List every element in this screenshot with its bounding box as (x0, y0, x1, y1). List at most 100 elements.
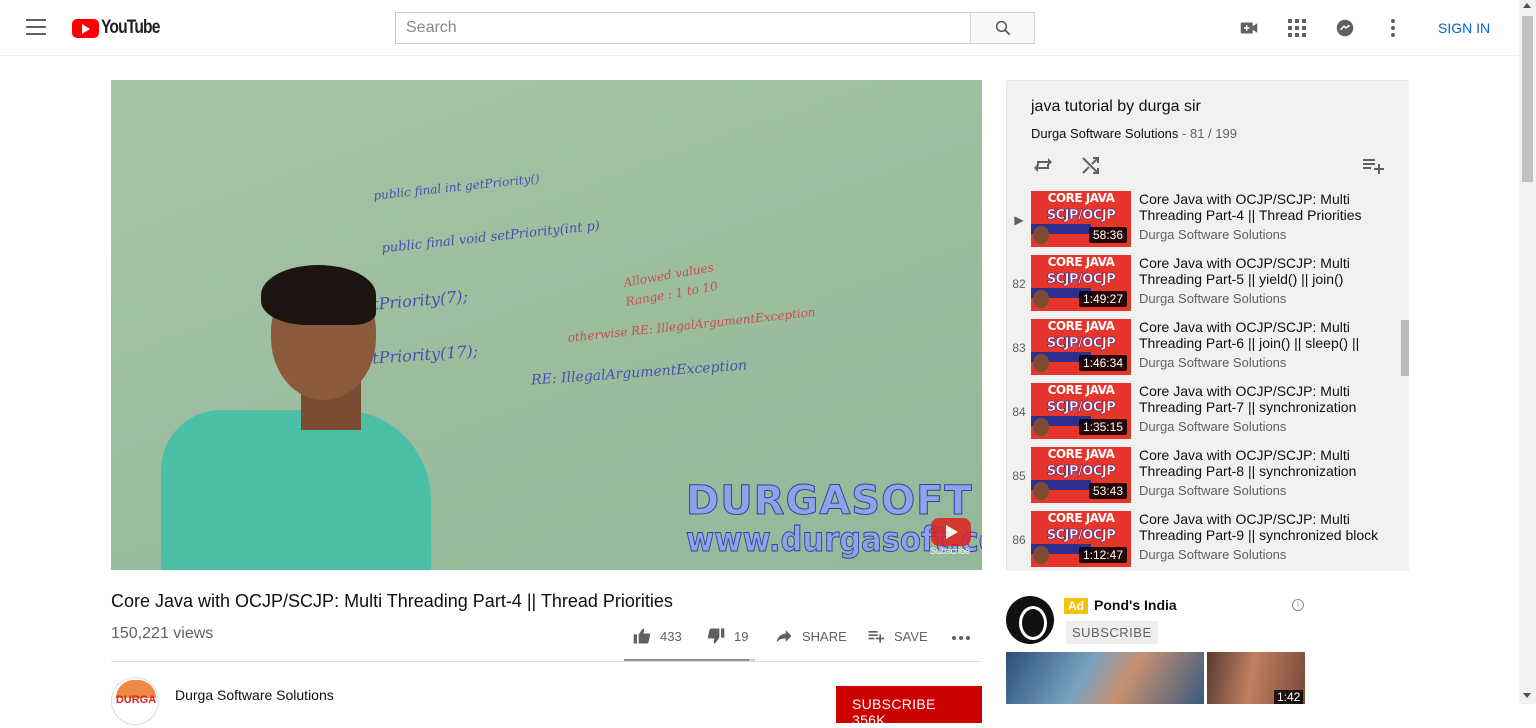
playlist-item-thumbnail[interactable]: CORE JAVA SCJP/OCJP 53:43 (1031, 447, 1131, 503)
dislike-button[interactable]: 19 (706, 626, 748, 646)
playlist-item[interactable]: 85 CORE JAVA SCJP/OCJP 53:43 Core Java with … (1007, 447, 1401, 511)
playlist-item-index: 85 (1012, 469, 1026, 483)
playlist-item-thumbnail[interactable]: CORE JAVA SCJP/OCJP 58:36 (1031, 191, 1131, 247)
dislike-count: 19 (734, 628, 749, 644)
playlist-item-channel: Durga Software Solutions (1139, 227, 1287, 242)
playlist-item-channel: Durga Software Solutions (1139, 291, 1287, 306)
playlist-item-title[interactable]: Core Java with OCJP/SCJP: Multi Threadin… (1139, 191, 1399, 223)
playlist-item-title[interactable]: Core Java with OCJP/SCJP: Multi Threadin… (1139, 511, 1399, 543)
apps-grid-icon[interactable] (1285, 16, 1309, 40)
playlist-item-title[interactable]: Core Java with OCJP/SCJP: Multi Threadin… (1139, 447, 1399, 479)
shuffle-icon[interactable] (1079, 153, 1103, 177)
thumbnail-top-text: CORE JAVA (1047, 319, 1115, 333)
playlist-item[interactable]: 83 CORE JAVA SCJP/OCJP 1:46:34 Core Java wit… (1007, 319, 1401, 383)
more-actions-button[interactable] (951, 626, 979, 646)
search-input[interactable]: Search (395, 12, 971, 44)
scroll-up-arrow-icon[interactable] (1523, 3, 1531, 8)
thumbnail-top-text: CORE JAVA (1047, 511, 1115, 525)
thumbnail-top-text: CORE JAVA (1047, 383, 1115, 397)
thumbnail-face (1033, 482, 1049, 500)
thumb-up-icon (633, 628, 651, 644)
loop-icon[interactable] (1031, 153, 1055, 177)
scroll-thumb[interactable] (1522, 16, 1533, 182)
playlist-item-index: 83 (1012, 341, 1026, 355)
youtube-logo[interactable]: YouTube (72, 17, 172, 39)
thumbnail-face (1033, 226, 1049, 244)
playlist-item[interactable]: 82 CORE JAVA SCJP/OCJP 1:49:27 Core Java wit… (1007, 255, 1401, 319)
messages-icon[interactable] (1333, 16, 1357, 40)
playlist-panel: java tutorial by durga sir Durga Softwar… (1006, 80, 1409, 571)
youtube-play-icon (72, 18, 99, 38)
search-button[interactable] (970, 12, 1035, 44)
playlist-item-index: 82 (1012, 277, 1026, 291)
scroll-down-arrow-icon[interactable] (1523, 693, 1531, 698)
playlist-item-index: 86 (1012, 533, 1026, 547)
ad-card[interactable]: Ad Pond's India i SUBSCRIBE (1006, 596, 1408, 656)
playlist-item-title[interactable]: Core Java with OCJP/SCJP: Multi Threadin… (1139, 383, 1399, 415)
playlist-item-thumbnail[interactable]: CORE JAVA SCJP/OCJP 1:12:47 (1031, 511, 1131, 567)
video-player[interactable]: public final int getPriority() public fi… (111, 80, 982, 570)
playlist-item-thumbnail[interactable]: CORE JAVA SCJP/OCJP 1:49:27 (1031, 255, 1131, 311)
thumbnail-face (1033, 418, 1049, 436)
more-vert-icon[interactable] (1381, 16, 1405, 40)
playlist-item-duration: 1:35:15 (1078, 419, 1127, 435)
playlist-item-channel: Durga Software Solutions (1139, 355, 1287, 370)
ad-brand-name[interactable]: Pond's India (1094, 597, 1177, 613)
page-scrollbar[interactable] (1519, 0, 1536, 704)
channel-avatar[interactable]: DURGA (111, 677, 159, 725)
video-title: Core Java with OCJP/SCJP: Multi Threadin… (111, 591, 673, 611)
playlist-add-icon[interactable] (1361, 153, 1385, 177)
playlist-items: ▶ CORE JAVA SCJP/OCJP 58:36 Core Java with O… (1007, 191, 1409, 571)
playlist-title[interactable]: java tutorial by durga sir (1031, 98, 1201, 116)
thumbnail-main-text: SCJP/OCJP (1046, 528, 1116, 544)
info-icon[interactable]: i (1292, 599, 1304, 611)
divider (111, 661, 982, 662)
instructor-body (161, 410, 431, 570)
thumbnail-main-text: SCJP/OCJP (1046, 336, 1116, 352)
menu-icon[interactable] (26, 19, 46, 37)
thumbnail-face (1033, 290, 1049, 308)
ad-duration: 1:42 (1274, 690, 1304, 704)
playlist-item-index: ▶ (1014, 213, 1024, 227)
playlist-item-thumbnail[interactable]: CORE JAVA SCJP/OCJP 1:35:15 (1031, 383, 1131, 439)
playlist-owner[interactable]: Durga Software Solutions (1031, 126, 1178, 141)
ad-badge: Ad (1064, 598, 1088, 614)
playlist-item-duration: 53:43 (1088, 483, 1127, 499)
ad-subscribe-button[interactable]: SUBSCRIBE (1066, 621, 1158, 644)
sign-in-button[interactable]: SIGN IN (1438, 20, 1490, 36)
share-button[interactable]: SHARE (774, 626, 847, 646)
playlist-item-channel: Durga Software Solutions (1139, 547, 1287, 562)
playlist-item-title[interactable]: Core Java with OCJP/SCJP: Multi Threadin… (1139, 255, 1399, 287)
playlist-scroll-thumb[interactable] (1401, 320, 1409, 376)
ad-media-thumbnail[interactable] (1006, 652, 1204, 704)
playlist-item-title[interactable]: Core Java with OCJP/SCJP: Multi Threadin… (1139, 319, 1399, 351)
thumbnail-main-text: SCJP/OCJP (1046, 208, 1116, 224)
save-button[interactable]: SAVE (866, 626, 928, 646)
instructor-hair (261, 265, 376, 325)
playlist-position: - 81 / 199 (1178, 126, 1237, 141)
playlist-item[interactable]: ▶ CORE JAVA SCJP/OCJP 58:36 Core Java with O… (1007, 191, 1401, 255)
more-horiz-icon (952, 636, 970, 640)
playlist-item-thumbnail[interactable]: CORE JAVA SCJP/OCJP 1:46:34 (1031, 319, 1131, 375)
playlist-item-duration: 1:49:27 (1078, 291, 1127, 307)
thumbnail-face (1033, 354, 1049, 372)
watermark-brand: DURGASOFT (686, 478, 973, 525)
thumbnail-top-text: CORE JAVA (1047, 255, 1115, 269)
video-camera-icon[interactable] (1237, 16, 1261, 40)
playlist-item[interactable]: 84 CORE JAVA SCJP/OCJP 1:35:15 Core Java wit… (1007, 383, 1401, 447)
logo-text: YouTube (101, 17, 160, 38)
subscribe-overlay-icon[interactable] (931, 518, 971, 546)
thumbnail-top-text: CORE JAVA (1047, 191, 1115, 205)
subscribe-button[interactable]: SUBSCRIBE 356K (836, 686, 982, 728)
playlist-item-index: 84 (1012, 405, 1026, 419)
channel-name[interactable]: Durga Software Solutions (175, 687, 334, 703)
save-label: SAVE (894, 628, 928, 644)
view-count: 150,221 views (111, 625, 214, 642)
thumbnail-top-text: CORE JAVA (1047, 447, 1115, 461)
like-button[interactable]: 433 (632, 626, 682, 646)
search-icon (995, 20, 1010, 36)
subscribe-overlay-label: Subscribe (930, 546, 971, 556)
ad-brand-logo[interactable] (1006, 596, 1054, 644)
playlist-item[interactable]: 86 CORE JAVA SCJP/OCJP 1:12:47 Core Java wit… (1007, 511, 1401, 571)
playlist-item-duration: 1:46:34 (1078, 355, 1127, 371)
